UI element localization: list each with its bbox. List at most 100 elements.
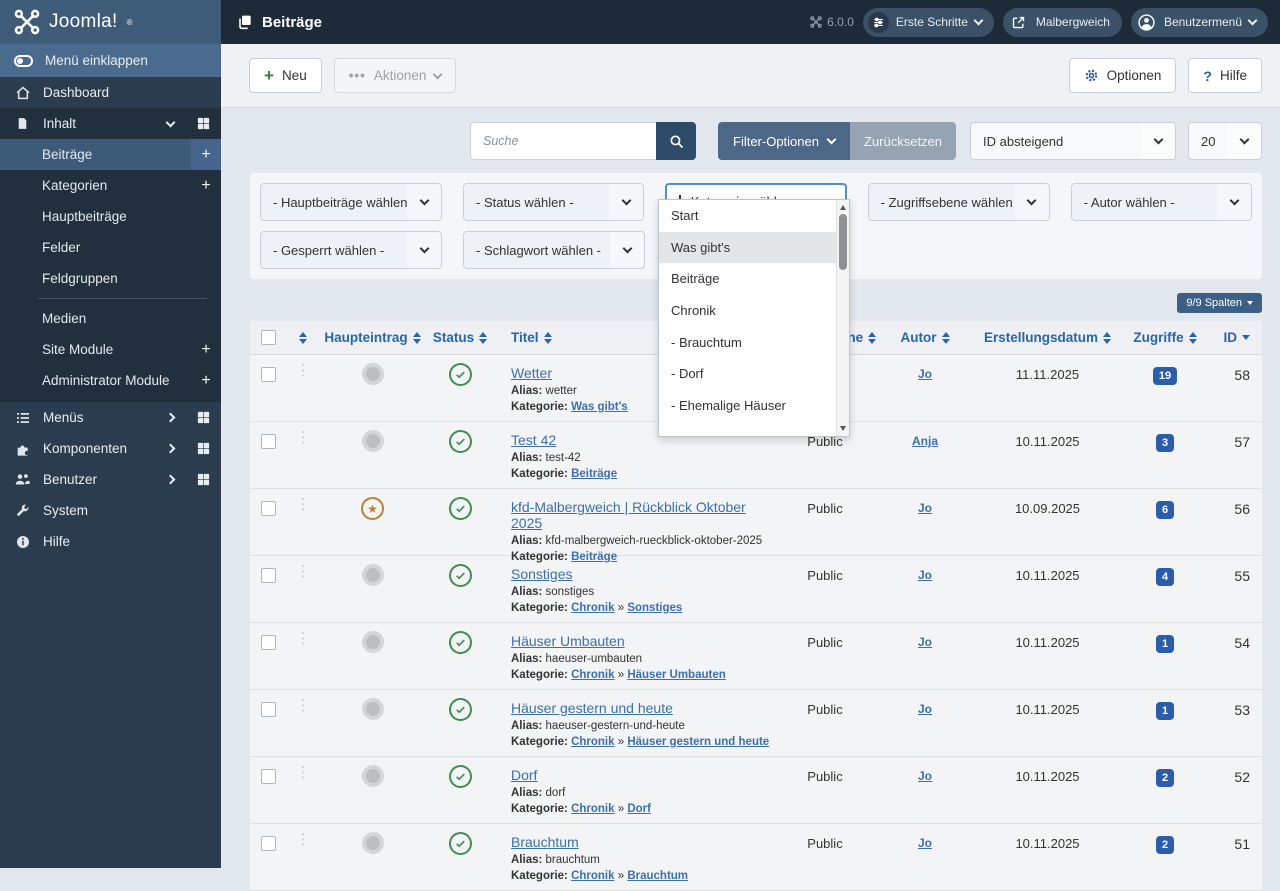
drag-handle[interactable]: ⋮ (286, 422, 320, 445)
sidebar-item-medien[interactable]: Medien (0, 303, 221, 334)
article-title-link[interactable]: kfd-Malbergweich | Rückblick Oktober 202… (511, 499, 770, 531)
add-category-button[interactable]: + (191, 177, 221, 195)
unfeatured-circle-icon[interactable] (361, 564, 384, 586)
user-menu[interactable]: Benutzermenü (1130, 7, 1268, 37)
dropdown-option[interactable]: Chronik (659, 295, 836, 327)
article-title-link[interactable]: Häuser Umbauten (511, 633, 625, 649)
scrollbar-thumb[interactable] (839, 214, 847, 270)
author-link[interactable]: Jo (918, 702, 932, 716)
category-link[interactable]: Chronik (571, 870, 614, 882)
column-header-haupteintrag[interactable]: Haupteintrag (320, 330, 425, 345)
category-link[interactable]: Was gibt's (571, 401, 628, 413)
author-link[interactable]: Anja (912, 434, 938, 448)
category-link[interactable]: Chronik (571, 602, 614, 614)
category-link[interactable]: Chronik (571, 803, 614, 815)
category-link[interactable]: Chronik (571, 736, 614, 748)
unfeatured-circle-icon[interactable] (361, 363, 384, 385)
komponenten-dashboard-grid-icon[interactable] (196, 441, 211, 456)
sidebar-item-felder[interactable]: Felder (0, 232, 221, 263)
benutzer-dashboard-grid-icon[interactable] (196, 472, 211, 487)
sidebar-item-kategorien[interactable]: Kategorien + (0, 170, 221, 201)
article-title-link[interactable]: Brauchtum (511, 834, 579, 850)
reset-button[interactable]: Zurücksetzen (849, 122, 957, 160)
author-filter-select[interactable]: - Autor wählen - (1070, 183, 1252, 221)
sidebar-item-hilfe[interactable]: Hilfe (0, 526, 221, 557)
sidebar-item-menus[interactable]: Menüs (0, 402, 221, 433)
inhalt-dashboard-grid-icon[interactable] (196, 116, 211, 131)
drag-handle[interactable]: ⋮ (286, 690, 320, 713)
per-page-select[interactable]: 20 (1188, 122, 1262, 160)
unfeatured-circle-icon[interactable] (361, 698, 384, 720)
drag-handle[interactable]: ⋮ (286, 355, 320, 378)
locked-filter-select[interactable]: - Gesperrt wählen - (260, 231, 442, 269)
author-link[interactable]: Jo (918, 635, 932, 649)
row-checkbox[interactable] (260, 702, 276, 717)
published-check-icon[interactable] (448, 765, 472, 788)
featured-filter-select[interactable]: - Hauptbeiträge wählen - (260, 183, 442, 221)
dropdown-option[interactable]: - Brauchtum (659, 326, 836, 358)
status-filter-select[interactable]: - Status wählen - (463, 183, 645, 221)
article-title-link[interactable]: Dorf (511, 767, 537, 783)
options-button[interactable]: Optionen (1068, 58, 1177, 93)
article-title-link[interactable]: Häuser gestern und heute (511, 700, 673, 716)
drag-handle[interactable]: ⋮ (286, 623, 320, 646)
add-admin-module-button[interactable]: + (191, 372, 221, 390)
ordering-column-header[interactable] (286, 331, 320, 344)
drag-handle[interactable]: ⋮ (286, 489, 320, 512)
column-header-autor[interactable]: Autor (880, 330, 970, 345)
sidebar-item-admin-module[interactable]: Administrator Module + (0, 365, 221, 396)
sidebar-item-dashboard[interactable]: Dashboard (0, 77, 221, 108)
filter-options-button[interactable]: Filter-Optionen (718, 122, 850, 160)
sidebar-item-site-module[interactable]: Site Module + (0, 334, 221, 365)
site-preview-button[interactable]: Malbergweich (1002, 7, 1122, 37)
author-link[interactable]: Jo (918, 836, 932, 850)
scroll-down-arrow-icon[interactable] (840, 426, 846, 431)
sidebar-item-feldgruppen[interactable]: Feldgruppen (0, 263, 221, 294)
author-link[interactable]: Jo (918, 501, 932, 515)
help-button[interactable]: ? Hilfe (1188, 58, 1262, 93)
subcategory-link[interactable]: Häuser gestern und heute (627, 736, 769, 748)
unfeatured-circle-icon[interactable] (361, 631, 384, 653)
dropdown-option[interactable]: Beiträge (659, 263, 836, 295)
menus-dashboard-grid-icon[interactable] (196, 410, 211, 425)
subcategory-link[interactable]: Brauchtum (627, 870, 688, 882)
column-header-status[interactable]: Status (425, 330, 495, 345)
published-check-icon[interactable] (448, 698, 472, 721)
scroll-up-arrow-icon[interactable] (840, 205, 846, 210)
published-check-icon[interactable] (448, 832, 472, 855)
sidebar-item-beitraege[interactable]: Beiträge + (0, 139, 221, 170)
author-link[interactable]: Jo (918, 568, 932, 582)
published-check-icon[interactable] (448, 564, 472, 587)
search-button[interactable] (656, 122, 696, 160)
sidebar-item-inhalt[interactable]: Inhalt (0, 108, 221, 139)
category-link[interactable]: Beiträge (571, 468, 617, 480)
published-check-icon[interactable] (448, 430, 472, 453)
add-article-button[interactable]: + (191, 139, 221, 170)
dropdown-scrollbar[interactable] (836, 200, 849, 436)
dropdown-option[interactable]: - Dorf (659, 358, 836, 390)
article-title-link[interactable]: Sonstiges (511, 566, 572, 582)
sidebar-item-komponenten[interactable]: Komponenten (0, 433, 221, 464)
sidebar-collapse-toggle[interactable]: Menü einklappen (0, 44, 221, 77)
column-header-zugriffe[interactable]: Zugriffe (1125, 330, 1205, 345)
column-header-erstellungsdatum[interactable]: Erstellungsdatum (970, 330, 1125, 345)
row-checkbox[interactable] (260, 769, 276, 784)
published-check-icon[interactable] (448, 497, 472, 520)
access-filter-select[interactable]: - Zugriffsebene wählen - (867, 183, 1050, 221)
column-header-id[interactable]: ID (1205, 330, 1262, 345)
category-link[interactable]: Chronik (571, 669, 614, 681)
tag-filter-select[interactable]: - Schlagwort wählen - (463, 231, 645, 269)
published-check-icon[interactable] (448, 363, 472, 386)
article-title-link[interactable]: Test 42 (511, 432, 556, 448)
row-checkbox[interactable] (260, 836, 276, 851)
row-checkbox[interactable] (260, 367, 276, 382)
author-link[interactable]: Jo (918, 367, 932, 381)
row-checkbox[interactable] (260, 635, 276, 650)
add-site-module-button[interactable]: + (191, 341, 221, 359)
row-checkbox[interactable] (260, 434, 276, 449)
dropdown-option[interactable]: Start (659, 200, 836, 232)
row-checkbox[interactable] (260, 568, 276, 583)
select-all-checkbox[interactable] (250, 330, 286, 345)
article-title-link[interactable]: Wetter (511, 365, 552, 381)
row-checkbox[interactable] (260, 501, 276, 516)
